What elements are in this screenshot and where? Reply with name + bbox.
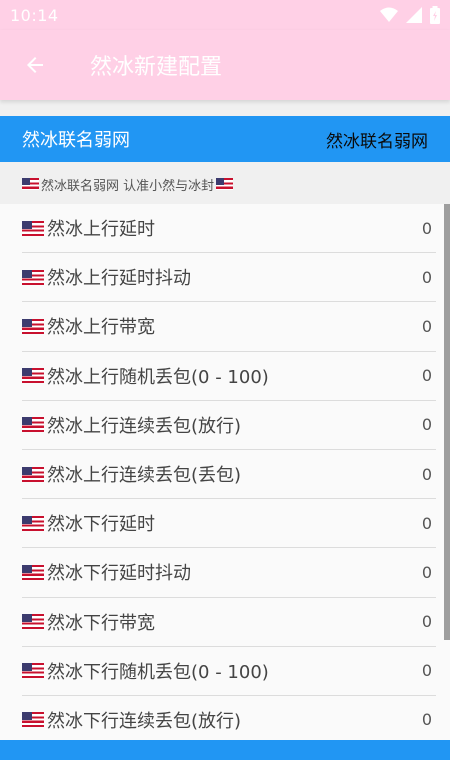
- us-flag-icon: [22, 178, 39, 190]
- status-icons: [380, 6, 440, 24]
- list-item-label: 然冰上行延时抖动: [47, 268, 191, 290]
- config-header-title: 然冰联名弱网: [22, 130, 130, 151]
- us-flag-icon: [22, 417, 44, 433]
- list-item-label: 然冰上行连续丢包(放行): [47, 415, 242, 437]
- list-item-label: 然冰上行连续丢包(丢包): [47, 465, 242, 487]
- us-flag-icon: [22, 712, 44, 728]
- us-flag-icon: [22, 220, 44, 236]
- list-item-label: 然冰上行延时: [47, 219, 155, 241]
- list-item-value: 0: [421, 464, 432, 484]
- list-item-value: 0: [421, 513, 432, 533]
- settings-list[interactable]: 然冰上行延时 0 然冰上行延时抖动 0 然冰上行带宽 0 然冰上行随机丢包(0 …: [0, 204, 450, 740]
- config-header[interactable]: 然冰联名弱网 然冰联名弱网: [0, 116, 450, 162]
- list-item[interactable]: 然冰上行随机丢包(0 - 100) 0: [22, 352, 436, 401]
- list-item-label: 然冰下行延时: [47, 514, 155, 536]
- list-item-value: 0: [421, 612, 432, 632]
- list-item-value: 0: [421, 366, 432, 386]
- us-flag-icon: [22, 368, 44, 384]
- page-title: 然冰新建配置: [90, 55, 223, 80]
- list-item[interactable]: 然冰下行随机丢包(0 - 100) 0: [22, 647, 436, 696]
- list-item-value: 0: [421, 316, 432, 336]
- list-item[interactable]: 然冰下行连续丢包(放行) 0: [22, 696, 436, 740]
- bottom-action-bar[interactable]: [0, 740, 450, 760]
- list-item-label: 然冰上行带宽: [47, 317, 155, 339]
- back-button[interactable]: [0, 30, 70, 100]
- list-item-label: 然冰下行延时抖动: [47, 563, 191, 585]
- status-time: 10:14: [10, 5, 59, 25]
- app-bar: 然冰新建配置: [0, 30, 450, 100]
- list-item-value: 0: [421, 710, 432, 730]
- list-item[interactable]: 然冰下行带宽 0: [22, 598, 436, 647]
- list-item-label: 然冰下行随机丢包(0 - 100): [47, 661, 269, 683]
- us-flag-icon: [22, 614, 44, 630]
- us-flag-icon: [22, 515, 44, 531]
- us-flag-icon: [216, 178, 234, 190]
- arrow-left-icon: [27, 57, 43, 73]
- list-item-label: 然冰下行带宽: [47, 612, 155, 634]
- list-item[interactable]: 然冰上行延时 0: [22, 204, 436, 254]
- list-item-label: 然冰下行连续丢包(放行): [47, 710, 242, 732]
- cell-signal-icon: [406, 7, 422, 23]
- us-flag-icon: [22, 269, 44, 285]
- list-item-value: 0: [421, 661, 432, 681]
- list-item-value: 0: [421, 415, 432, 435]
- list-item[interactable]: 然冰下行延时抖动 0: [22, 548, 436, 598]
- list-item-label: 然冰上行随机丢包(0 - 100): [47, 366, 269, 388]
- list-item[interactable]: 然冰上行连续丢包(放行) 0: [22, 401, 436, 450]
- us-flag-icon: [22, 466, 44, 482]
- us-flag-icon: [22, 318, 44, 334]
- list-item[interactable]: 然冰下行延时 0: [22, 499, 436, 549]
- section-subheader: 然冰联名弱网 认准小然与冰封: [0, 168, 450, 200]
- list-item[interactable]: 然冰上行延时抖动 0: [22, 253, 436, 303]
- status-bar: 10:14: [0, 0, 450, 30]
- battery-charging-icon: [430, 6, 440, 24]
- config-header-value: 然冰联名弱网: [326, 131, 428, 152]
- list-item-value: 0: [421, 218, 432, 238]
- wifi-icon: [380, 7, 398, 22]
- list-item-value: 0: [421, 267, 432, 287]
- subheader-text: 然冰联名弱网 认准小然与冰封: [41, 178, 215, 194]
- us-flag-icon: [22, 663, 44, 679]
- scrollbar[interactable]: [444, 204, 450, 640]
- list-item[interactable]: 然冰上行连续丢包(丢包) 0: [22, 450, 436, 500]
- us-flag-icon: [22, 564, 44, 580]
- list-item-value: 0: [421, 562, 432, 582]
- list-item[interactable]: 然冰上行带宽 0: [22, 302, 436, 352]
